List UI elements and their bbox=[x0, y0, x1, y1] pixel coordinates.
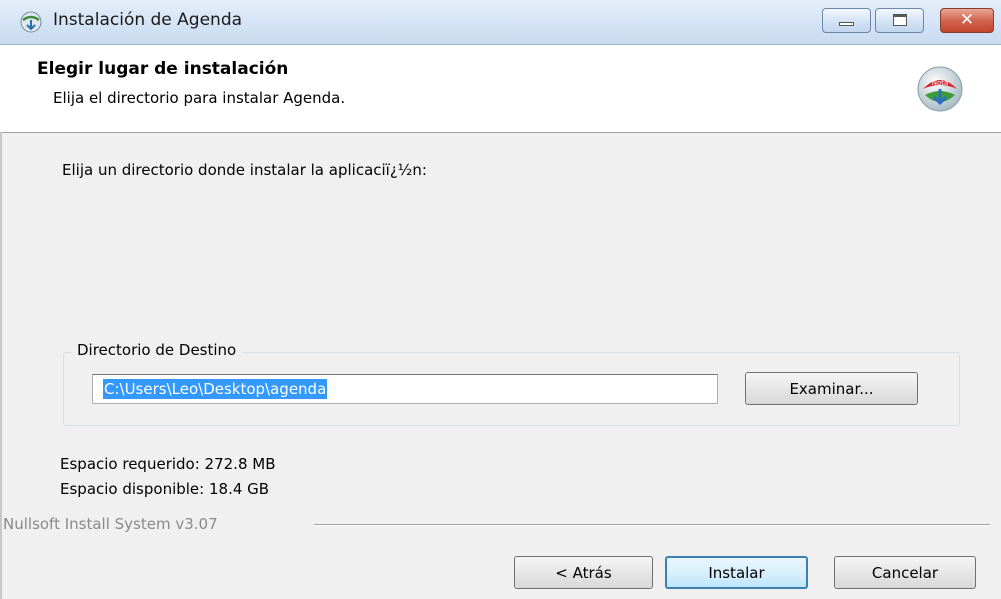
app-logo-icon: Nota bbox=[917, 66, 963, 112]
minimize-icon bbox=[839, 22, 854, 26]
page-subtitle: Elija el directorio para instalar Agenda… bbox=[53, 89, 346, 107]
page-title: Elegir lugar de instalación bbox=[37, 59, 289, 79]
window-title: Instalación de Agenda bbox=[53, 10, 243, 30]
space-required: Espacio requerido: 272.8 MB bbox=[60, 455, 276, 473]
nsis-branding: Nullsoft Install System v3.07 bbox=[3, 515, 218, 533]
maximize-icon bbox=[893, 14, 907, 26]
close-button[interactable]: ✕ bbox=[940, 8, 994, 33]
maximize-button[interactable] bbox=[875, 8, 924, 33]
directory-prompt: Elija un directorio donde instalar la ap… bbox=[62, 161, 427, 179]
minimize-button[interactable] bbox=[822, 8, 871, 33]
destination-path-value: C:\Users\Leo\Desktop\agenda bbox=[103, 379, 328, 399]
cancel-button[interactable]: Cancelar bbox=[834, 556, 976, 589]
close-icon: ✕ bbox=[959, 10, 975, 30]
window-left-border bbox=[0, 132, 2, 599]
space-available: Espacio disponible: 18.4 GB bbox=[60, 480, 270, 498]
title-bar[interactable]: Instalación de Agenda ✕ bbox=[0, 0, 1001, 45]
install-button[interactable]: Instalar bbox=[665, 556, 808, 589]
back-button[interactable]: < Atrás bbox=[514, 556, 653, 589]
destination-group-label: Directorio de Destino bbox=[71, 341, 243, 359]
branding-divider bbox=[314, 524, 990, 526]
browse-button[interactable]: Examinar... bbox=[745, 372, 918, 405]
wizard-header: Elegir lugar de instalación Elija el dir… bbox=[0, 45, 1001, 133]
logo-text: Nota bbox=[932, 79, 949, 87]
installer-window: Instalación de Agenda ✕ Elegir lugar de … bbox=[0, 0, 1001, 599]
installer-icon bbox=[20, 11, 42, 33]
destination-path-input[interactable]: C:\Users\Leo\Desktop\agenda bbox=[92, 374, 718, 404]
